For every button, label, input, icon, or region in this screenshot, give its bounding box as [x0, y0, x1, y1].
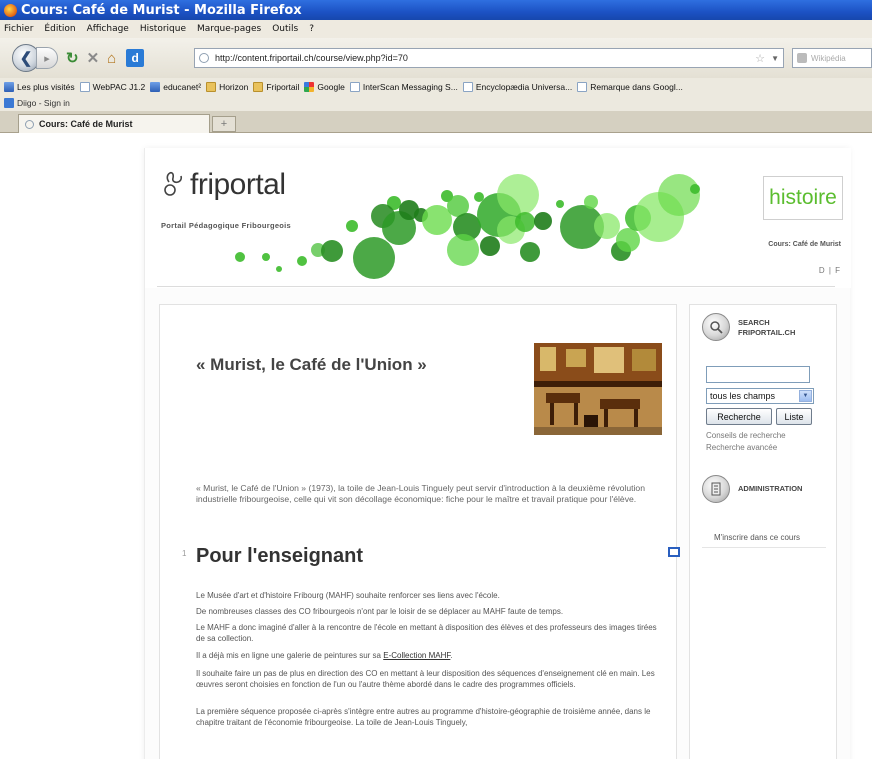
- menu-bar: Fichier Édition Affichage Historique Mar…: [0, 20, 872, 38]
- section-paragraph: Il souhaite faire un pas de plus en dire…: [196, 669, 655, 689]
- url-text: http://content.friportail.ch/course/view…: [215, 53, 408, 63]
- friportal-logo-icon: [164, 171, 182, 196]
- menu-edition[interactable]: Édition: [44, 24, 75, 34]
- right-sidebar: SEARCH FRIPORTAIL.CH tous les champs ▼ R…: [689, 304, 837, 759]
- course-title: « Murist, le Café de l'Union »: [196, 355, 427, 374]
- bookmarks-toolbar: Les plus visités WebPAC J1.2 educanet² H…: [0, 78, 872, 95]
- menu-outils[interactable]: Outils: [272, 24, 298, 34]
- site-header: friportal Portail Pédagogique Fribourgeo…: [145, 148, 851, 288]
- search-block-title: SEARCH FRIPORTAIL.CH: [738, 318, 796, 337]
- magnifier-icon: [702, 313, 730, 341]
- section-paragraph: Il a déjà mis en ligne une galerie de pe…: [196, 651, 453, 660]
- bookmark-page-icon: [577, 81, 588, 92]
- stop-icon[interactable]: ✕: [87, 49, 100, 67]
- diigo-icon[interactable]: d: [126, 49, 145, 67]
- search-button[interactable]: Recherche: [706, 408, 772, 425]
- search-engine-icon[interactable]: [797, 53, 807, 63]
- bookmark-page-icon: [462, 81, 473, 92]
- bookmark-item[interactable]: Friportail: [253, 81, 299, 92]
- bookmark-item[interactable]: WebPAC J1.2: [79, 81, 145, 92]
- search-input[interactable]: [706, 366, 810, 383]
- forward-arrow-icon: ▸: [44, 52, 50, 65]
- bookmark-page-icon: [349, 81, 360, 92]
- language-links[interactable]: D | F: [819, 266, 841, 275]
- window-titlebar[interactable]: Cours: Café de Murist - Mozilla Firefox: [0, 0, 872, 20]
- tab-bar: Cours: Café de Murist +: [0, 111, 872, 133]
- search-block-header: SEARCH FRIPORTAIL.CH: [702, 313, 795, 341]
- site-container: friportal Portail Pédagogique Fribourgeo…: [144, 148, 851, 759]
- administration-icon: [702, 475, 730, 503]
- course-summary: « Murist, le Café de l'Union » (1973), l…: [196, 483, 645, 504]
- bookmark-folder-icon: [206, 81, 217, 92]
- enrol-link[interactable]: M'inscrire dans ce cours: [714, 533, 800, 542]
- course-content: « Murist, le Café de l'Union » « Murist,…: [159, 304, 680, 759]
- url-bar[interactable]: http://content.friportail.ch/course/view…: [194, 48, 784, 68]
- header-divider: [157, 286, 835, 287]
- page-viewport[interactable]: friportal Portail Pédagogique Fribourgeo…: [0, 134, 872, 759]
- breadcrumb-course: Cours: Café de Murist: [768, 241, 841, 248]
- bookmark-folder-icon: [253, 81, 264, 92]
- bookmark-item[interactable]: Les plus visités: [4, 81, 75, 92]
- e-collection-link[interactable]: E-Collection MAHF: [383, 651, 450, 660]
- site-tagline: Portail Pédagogique Fribourgeois: [161, 221, 292, 230]
- menu-marque-pages[interactable]: Marque-pages: [197, 24, 261, 34]
- window-title: Cours: Café de Murist - Mozilla Firefox: [21, 2, 302, 18]
- section-highlight-icon[interactable]: [668, 547, 680, 557]
- section-number: 1: [182, 549, 187, 558]
- tab-favicon-icon: [25, 119, 34, 129]
- section-paragraph: La première séquence proposée ci-après s…: [196, 707, 651, 727]
- search-placeholder: Wikipédia: [811, 53, 846, 63]
- chevron-down-icon[interactable]: ▼: [799, 390, 812, 402]
- google-icon: [304, 81, 315, 92]
- bookmark-star-icon[interactable]: ☆: [755, 52, 765, 65]
- search-tips-link[interactable]: Conseils de recherche: [706, 431, 786, 440]
- list-button[interactable]: Liste: [776, 408, 812, 425]
- menu-fichier[interactable]: Fichier: [4, 24, 33, 34]
- bookmark-item[interactable]: Remarque dans Googl...: [577, 81, 683, 92]
- admin-block-title: ADMINISTRATION: [738, 484, 803, 493]
- new-tab-button[interactable]: +: [212, 116, 236, 132]
- home-icon[interactable]: ⌂: [107, 50, 116, 67]
- menu-affichage[interactable]: Affichage: [87, 24, 129, 34]
- tab-label: Cours: Café de Murist: [39, 119, 133, 129]
- section-title: Pour l'enseignant: [196, 545, 364, 567]
- section-paragraph: De nombreuses classes des CO fribourgeoi…: [196, 607, 564, 616]
- sidebar-divider: [702, 547, 826, 548]
- tab-active[interactable]: Cours: Café de Murist: [18, 114, 210, 133]
- bookmark-image-icon: [150, 81, 161, 92]
- subject-badge[interactable]: histoire: [763, 176, 843, 220]
- bookmark-item[interactable]: Horizon: [206, 81, 248, 92]
- menu-help[interactable]: ?: [309, 24, 314, 34]
- bookmark-page-icon: [79, 81, 90, 92]
- admin-block-header: ADMINISTRATION: [702, 475, 802, 503]
- bookmark-image-icon: [4, 81, 14, 92]
- firefox-icon: [4, 3, 17, 17]
- painting-thumbnail[interactable]: [534, 343, 662, 435]
- forward-button[interactable]: ▸: [36, 47, 58, 69]
- bookmark-item[interactable]: Google: [304, 81, 345, 92]
- url-dropdown-icon[interactable]: ▼: [771, 54, 779, 63]
- site-identity-icon[interactable]: [199, 53, 209, 63]
- menu-historique[interactable]: Historique: [140, 24, 186, 34]
- advanced-search-link[interactable]: Recherche avancée: [706, 443, 777, 452]
- bookmark-item[interactable]: educanet²: [150, 81, 201, 92]
- search-bar[interactable]: Wikipédia: [792, 48, 872, 68]
- reload-icon[interactable]: ↻: [66, 49, 79, 67]
- navigation-toolbar: ❮ ▸ ↻ ✕ ⌂ d http://content.friportail.ch…: [0, 38, 872, 78]
- bookmark-item[interactable]: Encyclopædia Universa...: [462, 81, 572, 92]
- site-logo[interactable]: friportal: [190, 168, 286, 202]
- section-paragraph: Le MAHF a donc imaginé d'aller à la renc…: [196, 623, 657, 643]
- bookmarks-toolbar-secondary: Diigo - Sign in: [0, 95, 872, 111]
- bookmark-item[interactable]: InterScan Messaging S...: [349, 81, 458, 92]
- section-paragraph: Le Musée d'art et d'histoire Fribourg (M…: [196, 591, 500, 600]
- search-field-select[interactable]: tous les champs ▼: [706, 388, 814, 404]
- plus-icon: +: [220, 118, 228, 130]
- back-arrow-icon: ❮: [19, 50, 33, 67]
- bookmark-item-diigo[interactable]: Diigo - Sign in: [4, 98, 70, 108]
- diigo-bookmark-icon: [4, 98, 14, 108]
